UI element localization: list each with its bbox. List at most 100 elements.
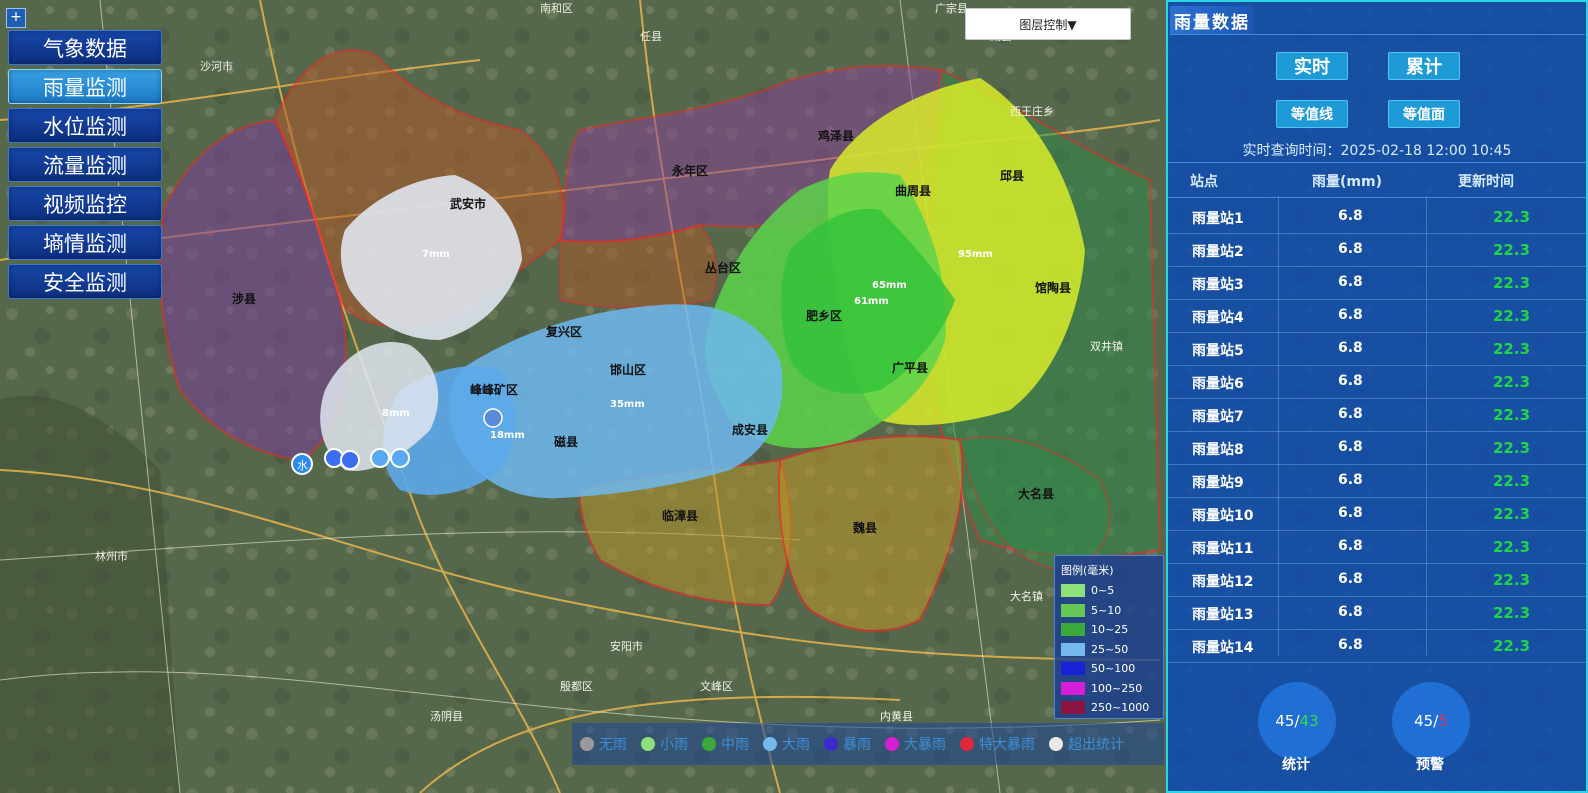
- statistics-circle[interactable]: 45/43: [1258, 682, 1336, 760]
- realtime-button[interactable]: 实时: [1276, 52, 1348, 80]
- county-label-guantao: 馆陶县: [1035, 280, 1071, 295]
- contour-value-label: 7mm: [422, 249, 450, 260]
- contour-value-label: 65mm: [872, 280, 907, 291]
- table-header: 站点 雨量(mm) 更新时间: [1168, 162, 1586, 198]
- rain-category-item[interactable]: 暴雨: [824, 734, 871, 754]
- header-update-time: 更新时间: [1458, 174, 1514, 190]
- rain-category-bar: 无雨 小雨 中雨 大雨 暴雨 大暴雨 特大暴雨 超出统计: [572, 723, 1164, 765]
- update-time: 22.3: [1493, 505, 1531, 523]
- rainfall-data-panel: 雨量数据 实时 累计 等值线 等值面 实时查询时间：2025-02-18 12:…: [1166, 0, 1588, 793]
- menu-item-video[interactable]: 视频监控: [8, 186, 162, 221]
- statistics-label: 统计: [1282, 757, 1310, 773]
- menu-item-weather[interactable]: 气象数据: [8, 30, 162, 65]
- legend-item: 250~1000: [1055, 698, 1163, 718]
- table-row[interactable]: 雨量站12 6.8 22.3: [1168, 563, 1586, 597]
- contour-value-label: 35mm: [610, 399, 645, 410]
- category-dot-icon: [1049, 737, 1063, 751]
- station-name: 雨量站13: [1192, 607, 1254, 623]
- table-row[interactable]: 雨量站4 6.8 22.3: [1168, 299, 1586, 333]
- table-row[interactable]: 雨量站11 6.8 22.3: [1168, 530, 1586, 564]
- table-row[interactable]: 雨量站3 6.8 22.3: [1168, 266, 1586, 300]
- category-dot-icon: [580, 737, 594, 751]
- layer-control-button[interactable]: 图层控制▼: [965, 8, 1131, 40]
- update-time: 22.3: [1493, 538, 1531, 556]
- table-row[interactable]: 雨量站8 6.8 22.3: [1168, 431, 1586, 465]
- warning-circle[interactable]: 45/5: [1392, 682, 1470, 760]
- category-label: 暴雨: [843, 737, 871, 753]
- update-time: 22.3: [1493, 472, 1531, 490]
- legend-item: 50~100: [1055, 659, 1163, 679]
- county-label-daming: 大名县: [1018, 486, 1054, 501]
- rain-category-item[interactable]: 大雨: [763, 734, 810, 754]
- station-marker[interactable]: [390, 448, 410, 468]
- table-row[interactable]: 雨量站5 6.8 22.3: [1168, 332, 1586, 366]
- legend-label: 25~50: [1091, 642, 1129, 656]
- menu-item-soil-moisture[interactable]: 墒情监测: [8, 225, 162, 260]
- rain-category-item[interactable]: 中雨: [702, 734, 749, 754]
- station-marker[interactable]: [340, 450, 360, 470]
- county-label-chengan: 成安县: [732, 422, 768, 437]
- rainfall-value: 6.8: [1338, 538, 1363, 554]
- table-row[interactable]: 雨量站13 6.8 22.3: [1168, 596, 1586, 630]
- svg-text:水: 水: [297, 459, 308, 472]
- left-menu: 气象数据 雨量监测 水位监测 流量监测 视频监控 墒情监测 安全监测: [8, 30, 162, 303]
- stat-warn-a: 45: [1414, 712, 1434, 730]
- stat-total-b: 43: [1299, 712, 1319, 730]
- rainfall-value: 6.8: [1338, 604, 1363, 620]
- station-name: 雨量站10: [1192, 508, 1254, 524]
- isosurface-button[interactable]: 等值面: [1388, 100, 1460, 128]
- menu-item-water-level[interactable]: 水位监测: [8, 108, 162, 143]
- rainfall-value: 6.8: [1338, 637, 1363, 653]
- warning-label: 预警: [1416, 757, 1444, 773]
- header-rainfall: 雨量(mm): [1312, 174, 1382, 190]
- rainfall-value: 6.8: [1338, 505, 1363, 521]
- table-row[interactable]: 雨量站9 6.8 22.3: [1168, 464, 1586, 498]
- rain-category-item[interactable]: 大暴雨: [885, 734, 946, 754]
- map-label-place: 广宗县: [935, 1, 968, 15]
- county-label-jize: 鸡泽县: [817, 128, 854, 143]
- legend-label: 50~100: [1091, 662, 1136, 676]
- station-marker[interactable]: [483, 408, 503, 428]
- rain-category-item[interactable]: 无雨: [580, 734, 627, 754]
- table-row[interactable]: 雨量站10 6.8 22.3: [1168, 497, 1586, 531]
- rain-category-item[interactable]: 特大暴雨: [960, 734, 1035, 754]
- query-time: 实时查询时间：2025-02-18 12:00 10:45: [1242, 143, 1512, 159]
- county-label-fengfeng: 峰峰矿区: [470, 382, 518, 397]
- legend-swatch: [1061, 603, 1085, 617]
- update-time: 22.3: [1493, 274, 1531, 292]
- station-marker[interactable]: [370, 448, 390, 468]
- county-label-linzhang: 临漳县: [662, 508, 698, 523]
- category-label: 小雨: [660, 737, 688, 753]
- cumulative-button[interactable]: 累计: [1388, 52, 1460, 80]
- stat-warn-b: 5: [1438, 712, 1448, 730]
- county-label-feixiang: 肥乡区: [806, 308, 842, 323]
- legend-swatch: [1061, 701, 1085, 715]
- table-row[interactable]: 雨量站7 6.8 22.3: [1168, 398, 1586, 432]
- map-label-place: 大名镇: [1010, 589, 1043, 603]
- zoom-in-button[interactable]: +: [6, 8, 26, 28]
- isoline-button[interactable]: 等值线: [1276, 100, 1348, 128]
- map-label-place: 文峰区: [700, 679, 733, 693]
- table-row[interactable]: 雨量站14 6.8 22.3: [1168, 629, 1586, 663]
- menu-item-rainfall[interactable]: 雨量监测: [8, 69, 162, 104]
- legend-item: 0~5: [1055, 581, 1163, 601]
- map-label-place: 沙河市: [200, 59, 233, 73]
- header-station: 站点: [1190, 174, 1218, 190]
- table-row[interactable]: 雨量站1 6.8 22.3: [1168, 200, 1586, 234]
- legend-item: 5~10: [1055, 601, 1163, 621]
- rain-category-item[interactable]: 小雨: [641, 734, 688, 754]
- county-label-guangping: 广平县: [892, 360, 928, 375]
- rainfall-value: 6.8: [1338, 208, 1363, 224]
- menu-item-flow[interactable]: 流量监测: [8, 147, 162, 182]
- table-row[interactable]: 雨量站2 6.8 22.3: [1168, 233, 1586, 267]
- menu-item-safety[interactable]: 安全监测: [8, 264, 162, 299]
- contour-value-label: 8mm: [382, 408, 410, 419]
- map-label-place: 南和区: [540, 2, 573, 15]
- legend-swatch: [1061, 662, 1085, 676]
- map-label-place: 林州市: [95, 549, 128, 563]
- legend-item: 100~250: [1055, 679, 1163, 699]
- rain-category-item[interactable]: 超出统计: [1049, 734, 1124, 754]
- category-label: 无雨: [599, 737, 627, 753]
- table-row[interactable]: 雨量站6 6.8 22.3: [1168, 365, 1586, 399]
- station-name: 雨量站6: [1192, 376, 1244, 392]
